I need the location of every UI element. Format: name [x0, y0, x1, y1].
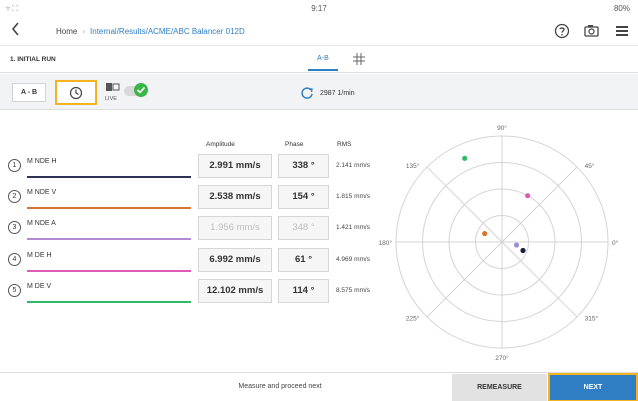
series-color-line [27, 176, 191, 178]
polar-point [520, 247, 526, 254]
row-number: 5 [8, 284, 21, 297]
measurement-toolbar: A - B LIVE 2987 1/min [0, 74, 638, 110]
top-navigation-bar: Home › Internal/Results/ACME/ABC Balancer … [0, 18, 638, 46]
phase-value: 338 ° [278, 154, 329, 178]
polar-angle-label: 90° [497, 124, 507, 132]
row-number: 4 [8, 253, 21, 266]
rotation-icon [301, 87, 313, 99]
series-color-line [27, 207, 191, 209]
back-button[interactable] [6, 22, 26, 42]
camera-button[interactable] [582, 21, 602, 41]
camera-icon [584, 25, 599, 37]
rms-value: 1.815 mm/s [336, 193, 370, 200]
rms-value: 4.969 mm/s [336, 256, 370, 263]
status-time: 9:17 [311, 4, 327, 13]
run-header: 1. INITIAL RUN A-B [0, 46, 638, 73]
phase-value: 61 ° [278, 248, 329, 272]
run-title: 1. INITIAL RUN [10, 56, 56, 63]
amplitude-value: 1.956 mm/s [198, 216, 272, 240]
next-button[interactable]: NEXT [548, 373, 638, 401]
live-label: LIVE [105, 96, 117, 102]
polar-angle-label: 0° [612, 239, 619, 247]
phase-value: 114 ° [278, 279, 329, 303]
polar-angle-label: 135° [406, 162, 420, 170]
table-grid-icon [353, 53, 365, 65]
column-header-rms: RMS [337, 141, 352, 148]
phase-value: 348 ° [278, 216, 329, 240]
live-sensor-icon: LIVE [104, 81, 122, 103]
column-header-amplitude: Amplitude [206, 141, 235, 148]
table-row[interactable]: 2 M NDE V 2.538 mm/s 154 ° 1.815 mm/s [0, 181, 370, 215]
polar-angle-label: 270° [495, 354, 509, 362]
row-number: 1 [8, 159, 21, 172]
amplitude-value: 2.991 mm/s [198, 154, 272, 178]
table-row[interactable]: 3 M NDE A 1.956 mm/s 348 ° 1.421 mm/s [0, 212, 370, 246]
help-button[interactable] [552, 21, 572, 41]
rms-value: 2.141 mm/s [336, 162, 370, 169]
breadcrumb: Home › Internal/Results/ACME/ABC Balancer … [56, 27, 245, 36]
amplitude-value: 2.538 mm/s [198, 185, 272, 209]
series-color-line [27, 238, 191, 240]
point-name: M NDE A [27, 220, 56, 227]
amplitude-value: 12.102 mm/s [198, 279, 272, 303]
row-number: 3 [8, 221, 21, 234]
breadcrumb-separator: › [82, 27, 86, 36]
tab-ab[interactable]: A-B [308, 55, 338, 71]
amplitude-value: 6.992 mm/s [198, 248, 272, 272]
table-row[interactable]: 5 M DE V 12.102 mm/s 114 ° 8.575 mm/s [0, 275, 370, 309]
series-color-line [27, 301, 191, 303]
polar-plot: 90° 45° 0° 315° 270° 225° 180° 135° [372, 118, 638, 368]
polar-angle-label: 225° [406, 314, 420, 322]
polar-point [482, 230, 488, 237]
clock-icon [69, 86, 83, 99]
point-name: M NDE H [27, 158, 57, 165]
table-row[interactable]: 4 M DE H 6.992 mm/s 61 ° 4.969 mm/s [0, 244, 370, 278]
rms-value: 8.575 mm/s [336, 287, 370, 294]
rms-value: 1.421 mm/s [336, 224, 370, 231]
remeasure-button[interactable]: REMEASURE [452, 374, 547, 401]
breadcrumb-path[interactable]: Internal/Results/ACME/ABC Balancer 012D [90, 27, 245, 36]
breadcrumb-home[interactable]: Home [56, 27, 77, 36]
polar-angle-label: 315° [585, 314, 599, 322]
timer-button[interactable] [55, 80, 97, 105]
ab-selector-button[interactable]: A - B [12, 83, 46, 102]
help-icon [554, 23, 570, 39]
polar-angle-label: 180° [379, 239, 393, 247]
bottom-action-bar: Measure and proceed next REMEASURE NEXT [0, 372, 638, 401]
speed-value: 2987 1/min [320, 89, 355, 97]
polar-angle-label: 45° [585, 162, 595, 170]
polar-point [462, 155, 468, 161]
battery-indicator: 80% [613, 4, 630, 13]
phase-value: 154 ° [278, 185, 329, 209]
polar-chart: 90° 45° 0° 315° 270° 225° 180° 135° [379, 124, 619, 362]
row-number: 2 [8, 190, 21, 203]
point-name: M DE H [27, 252, 52, 259]
live-status-icon [134, 83, 148, 97]
table-row[interactable]: 1 M NDE H 2.991 mm/s 338 ° 2.141 mm/s [0, 150, 370, 184]
polar-point [525, 193, 531, 199]
chevron-left-icon [11, 22, 19, 36]
status-bar: ▿ ⛶ 9:17 80% [0, 0, 638, 17]
point-name: M NDE V [27, 189, 57, 196]
speed-readout: 2987 1/min [300, 86, 355, 100]
menu-button[interactable] [612, 21, 632, 41]
menu-icon [616, 26, 628, 36]
polar-point [513, 242, 520, 248]
series-color-line [27, 270, 191, 272]
column-header-phase: Phase [285, 141, 304, 148]
point-name: M DE V [27, 283, 52, 290]
tab-table[interactable] [352, 52, 368, 66]
top-icons [552, 21, 632, 41]
